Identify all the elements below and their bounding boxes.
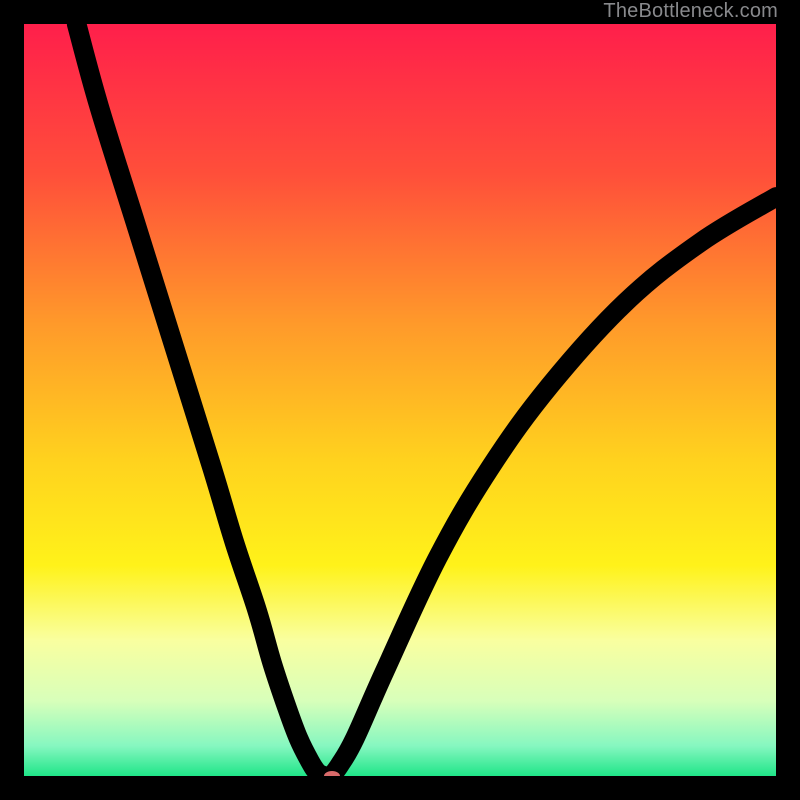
chart-frame: TheBottleneck.com bbox=[0, 0, 800, 800]
watermark-text: TheBottleneck.com bbox=[603, 0, 778, 23]
bottleneck-curve bbox=[77, 24, 776, 776]
curve-layer bbox=[24, 24, 776, 776]
plot-area bbox=[24, 24, 776, 776]
min-point-marker bbox=[324, 771, 340, 776]
